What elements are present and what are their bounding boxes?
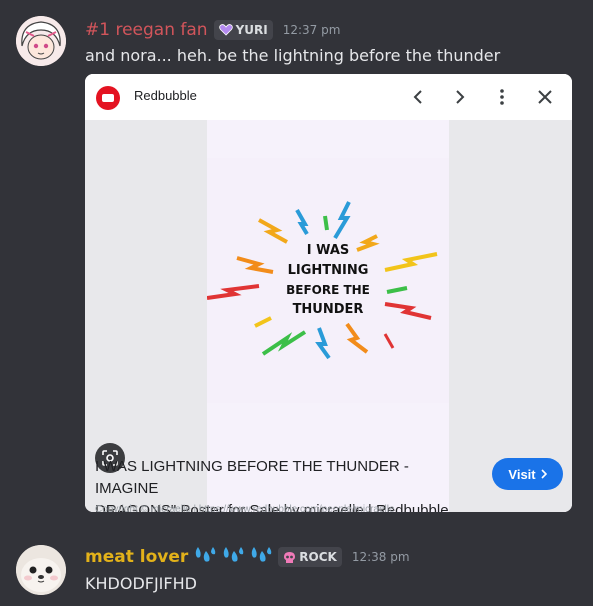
more-options-button[interactable] [491, 86, 513, 108]
username[interactable]: meat lover [85, 547, 188, 567]
copyright-text: Copyright © micraelle | https://www.redb… [95, 504, 395, 512]
timestamp: 12:38 pm [351, 550, 410, 564]
message-content: KHDODFJIFHD [85, 574, 197, 593]
poster-line-1: I WAS [307, 243, 350, 258]
sweat-droplets-icon [194, 545, 216, 569]
chevron-right-icon [456, 90, 465, 104]
close-button[interactable] [534, 86, 556, 108]
site-name: Redbubble [134, 88, 197, 103]
embed-image-area[interactable]: I WAS LIGHTNING BEFORE THE THUNDER [85, 120, 572, 512]
avatar[interactable] [16, 545, 66, 595]
poster-line-2: LIGHTNING [288, 263, 369, 278]
link-embed[interactable]: Redbubble I WAS LIGHTNING BEFORE THE THU… [85, 74, 572, 512]
chevron-right-icon [541, 469, 547, 479]
chevron-left-icon [413, 90, 422, 104]
pink-skull-icon [284, 551, 296, 563]
caption-line-1: I WAS LIGHTNING BEFORE THE THUNDER - IMA… [95, 458, 409, 497]
message-content: and nora... heh. be the lightning before… [85, 46, 501, 65]
message-header: #1 reegan fan YURI 12:37 pm [85, 20, 340, 40]
role-tag-label: ROCK [299, 550, 337, 564]
forward-button[interactable] [449, 86, 471, 108]
poster-line-3: BEFORE THE [286, 283, 370, 297]
product-image[interactable]: I WAS LIGHTNING BEFORE THE THUNDER [206, 120, 449, 512]
message-header: meat lover ROCK 12:38 pm [85, 545, 410, 569]
visit-button[interactable]: Visit [492, 458, 563, 490]
redbubble-logo-icon [96, 86, 120, 110]
sweat-droplets-icon [250, 545, 272, 569]
timestamp: 12:37 pm [282, 23, 341, 37]
sweat-droplets-icon [222, 545, 244, 569]
role-tag[interactable]: YURI [213, 20, 273, 40]
close-icon [538, 90, 552, 104]
avatar[interactable] [16, 16, 66, 66]
purple-heart-icon [218, 24, 233, 36]
role-tag[interactable]: ROCK [278, 547, 342, 567]
role-tag-label: YURI [235, 23, 268, 37]
username[interactable]: #1 reegan fan [85, 20, 208, 40]
poster-line-4: THUNDER [293, 302, 364, 317]
message-1: #1 reegan fan YURI 12:37 pm and nora... … [0, 0, 593, 74]
message-2: meat lover ROCK 12:38 pm KHDODFJIFHD [0, 530, 593, 606]
more-vert-icon [500, 89, 504, 105]
back-button[interactable] [407, 86, 429, 108]
embed-toolbar: Redbubble [85, 74, 572, 120]
visit-label: Visit [508, 466, 536, 482]
poster-artwork: I WAS LIGHTNING BEFORE THE THUNDER [206, 158, 449, 403]
